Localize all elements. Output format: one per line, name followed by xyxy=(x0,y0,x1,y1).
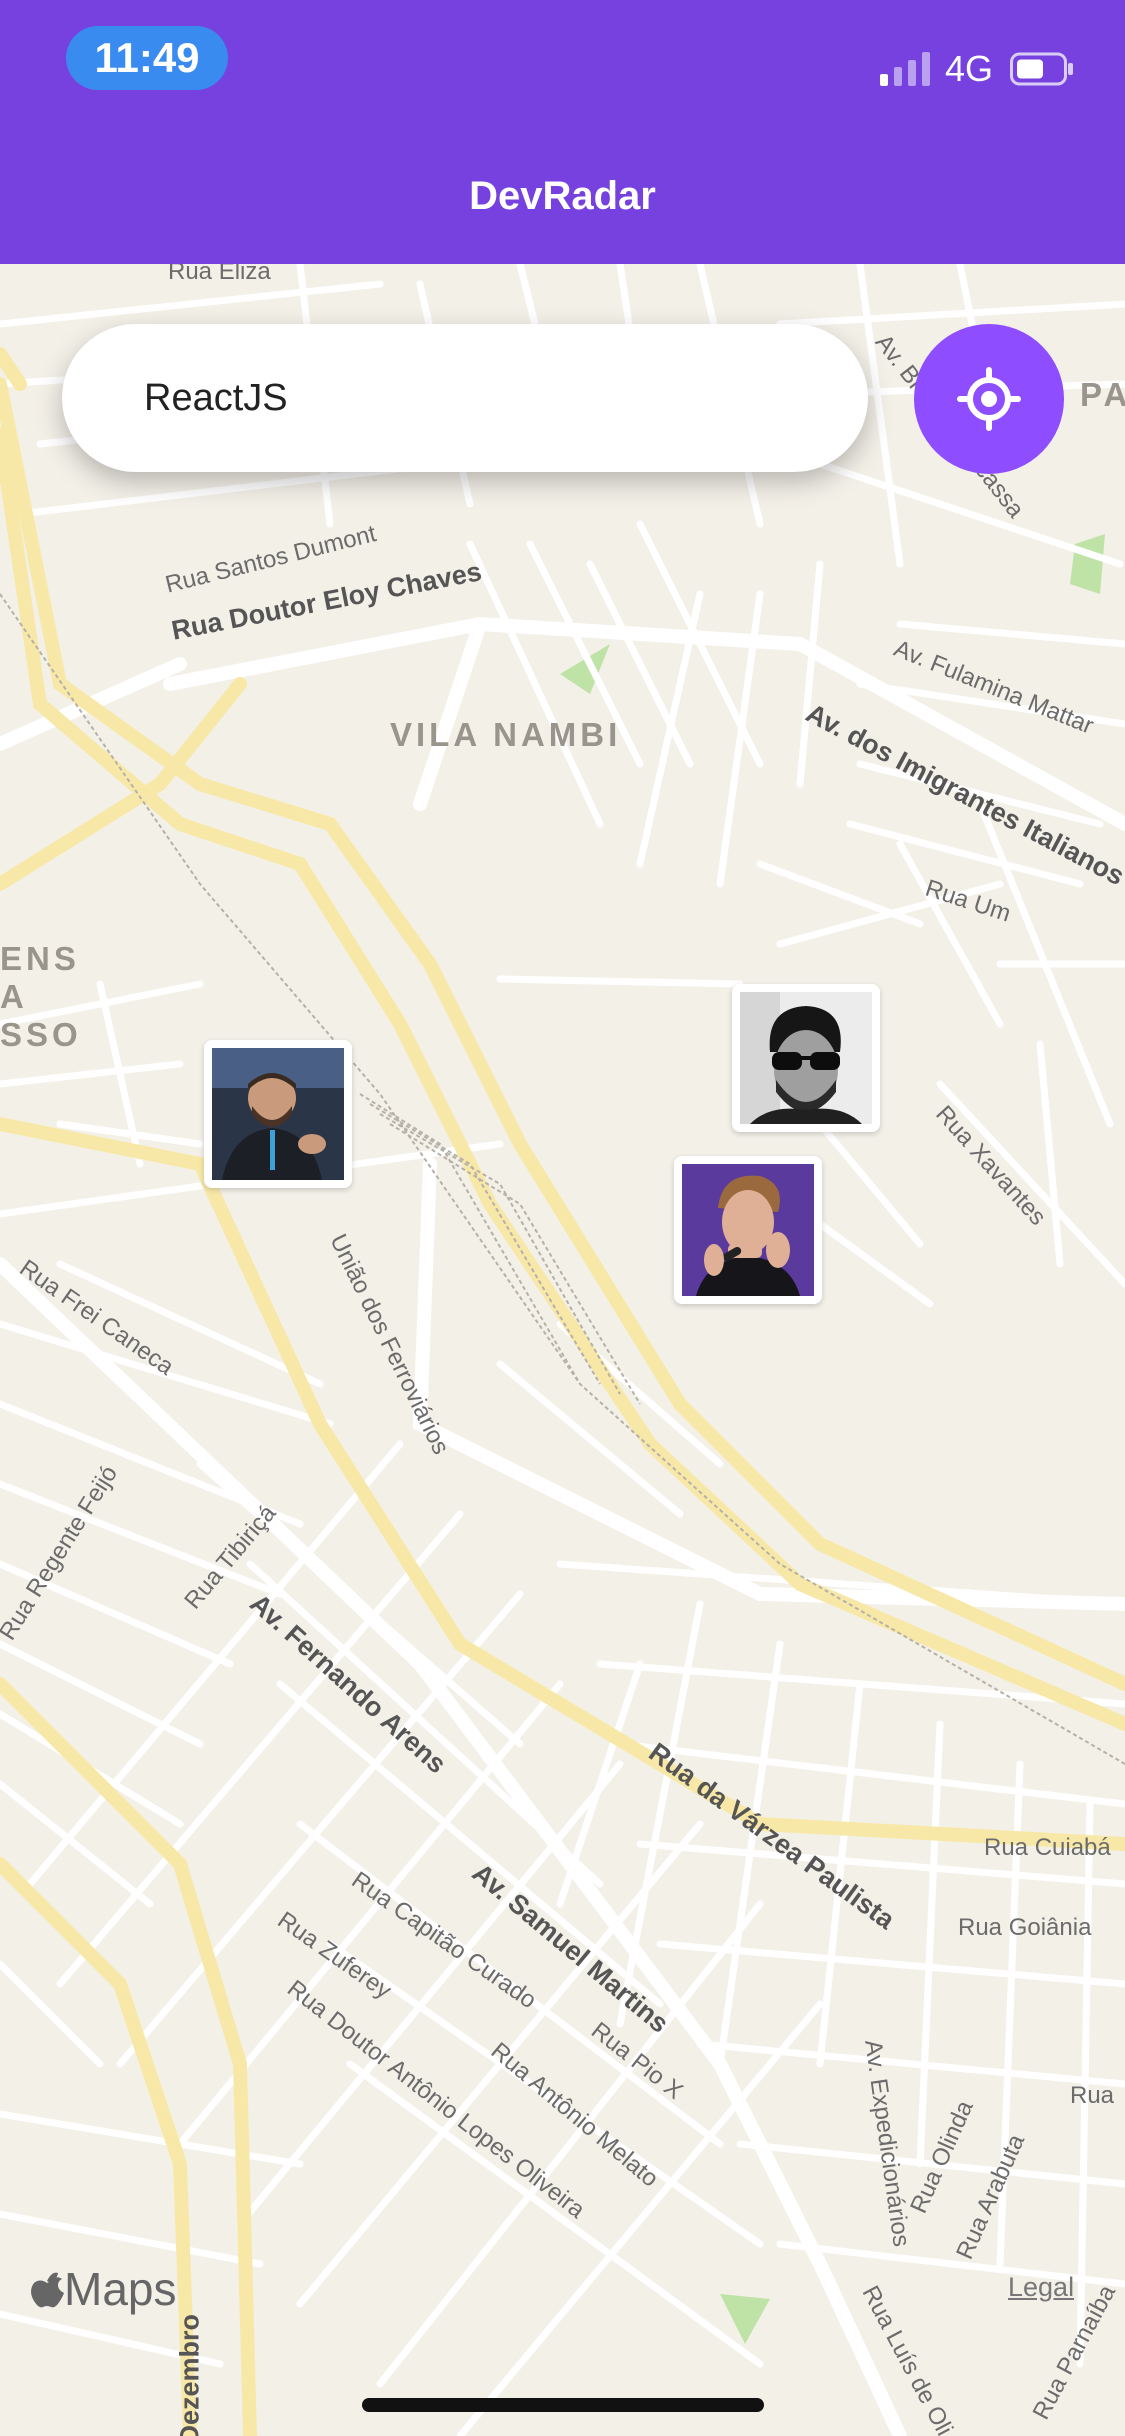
crosshair-icon xyxy=(957,367,1021,431)
district-label: VILA NAMBI xyxy=(390,716,622,753)
apple-maps-logo: Maps xyxy=(30,2262,176,2316)
dev-marker[interactable] xyxy=(732,984,880,1132)
dev-avatar xyxy=(682,1164,814,1296)
dev-marker[interactable] xyxy=(204,1040,352,1188)
dev-marker[interactable] xyxy=(674,1156,822,1304)
page-title: DevRadar xyxy=(469,174,656,218)
dev-avatar xyxy=(740,992,872,1124)
app-header: 11:49 4G DevRadar xyxy=(0,0,1125,264)
search-input[interactable] xyxy=(144,368,744,428)
map-view[interactable]: Rua Eliza Rua Santos Dumont Rua Doutor E… xyxy=(0,264,1125,2436)
district-label: PA xyxy=(1080,376,1125,413)
network-type: 4G xyxy=(945,48,994,89)
status-time: 11:49 xyxy=(66,26,228,90)
search-bar xyxy=(62,324,868,472)
dev-avatar xyxy=(212,1048,344,1180)
street-label: Rua Goiânia xyxy=(958,1914,1092,1941)
street-label: Rua Cuiabá xyxy=(984,1834,1111,1861)
district-label: A xyxy=(0,978,28,1015)
district-label: ENS xyxy=(0,940,80,977)
battery-icon xyxy=(1010,52,1073,86)
street-label: Rua xyxy=(1070,2082,1115,2109)
cellular-signal-icon xyxy=(880,52,930,86)
locate-button[interactable] xyxy=(914,324,1064,474)
legal-link[interactable]: Legal xyxy=(1008,2272,1074,2303)
home-indicator[interactable] xyxy=(362,2398,764,2412)
district-label: SSO xyxy=(0,1016,82,1053)
street-label: Rua Eliza xyxy=(168,264,271,285)
apple-icon xyxy=(31,2272,64,2308)
street-label: Dezembro xyxy=(174,2313,205,2436)
maps-label: Maps xyxy=(64,2263,177,2315)
